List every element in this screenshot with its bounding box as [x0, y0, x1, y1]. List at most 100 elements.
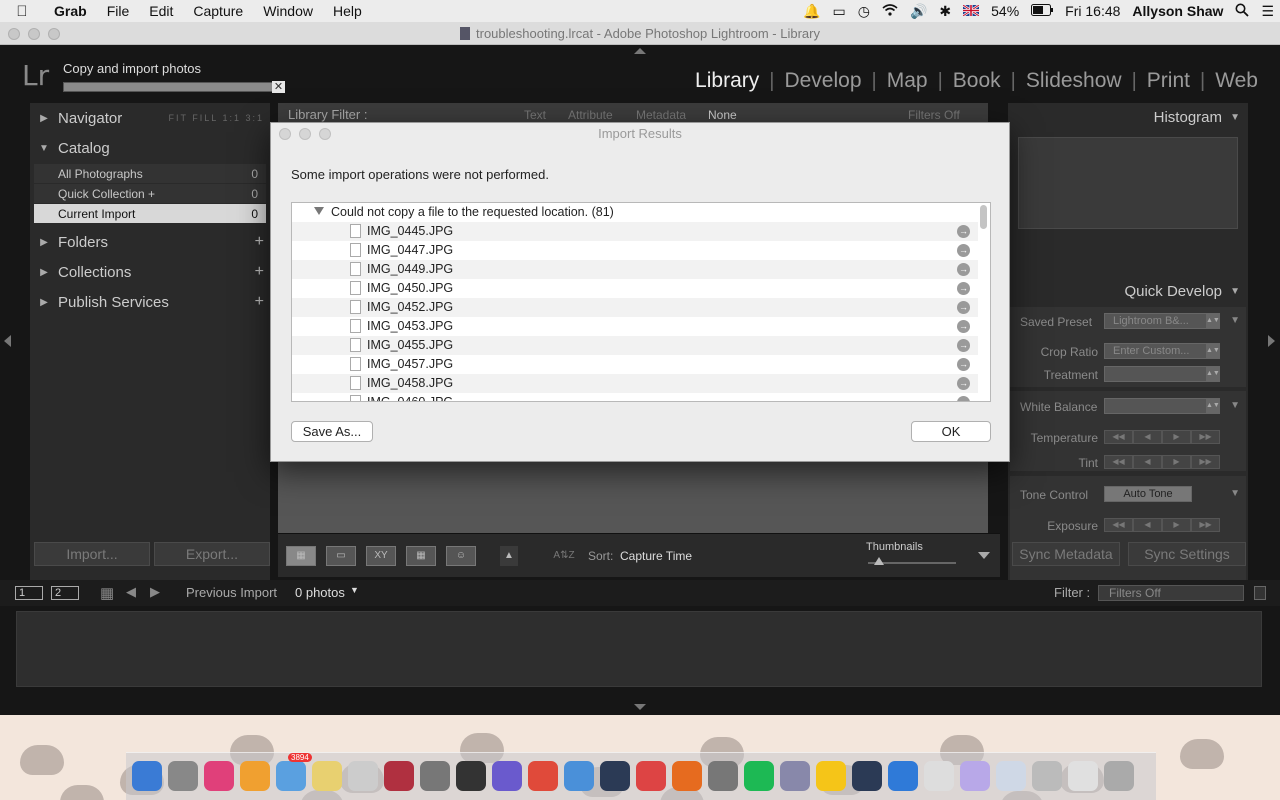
uk-flag-icon[interactable]	[957, 3, 985, 19]
module-library[interactable]: Library	[685, 69, 769, 93]
exposure-adjust-buttons[interactable]: ◀◀ ◀ ▶ ▶▶	[1104, 518, 1220, 532]
disclosure-triangle-icon[interactable]	[314, 207, 324, 215]
decrease-small-icon[interactable]: ◀	[1133, 455, 1162, 469]
dock-app-icon[interactable]	[924, 761, 954, 791]
module-develop[interactable]: Develop	[774, 69, 871, 93]
import-results-list[interactable]: Could not copy a file to the requested l…	[291, 202, 991, 402]
bluetooth-icon[interactable]: ✱	[933, 3, 957, 20]
window-zoom-button[interactable]	[48, 28, 60, 40]
show-in-folder-icon[interactable]: →	[957, 263, 970, 276]
decrease-small-icon[interactable]: ◀	[1133, 518, 1162, 532]
dock-app-icon[interactable]	[708, 761, 738, 791]
back-arrow-icon[interactable]: ◀	[126, 584, 136, 600]
dock-app-icon[interactable]	[1032, 761, 1062, 791]
import-button[interactable]: Import...	[34, 542, 150, 566]
filter-metadata[interactable]: Metadata	[636, 108, 686, 122]
bottom-panel-toggle-icon[interactable]	[634, 704, 646, 710]
show-in-folder-icon[interactable]: →	[957, 301, 970, 314]
white-balance-dropdown[interactable]: ▲▼	[1104, 398, 1220, 414]
auto-tone-button[interactable]: Auto Tone	[1104, 486, 1192, 502]
sort-criteria-dropdown[interactable]: Capture Time	[620, 549, 692, 563]
wifi-icon[interactable]	[876, 3, 904, 20]
dock-app-icon[interactable]	[636, 761, 666, 791]
dock-app-icon[interactable]	[888, 761, 918, 791]
survey-view-icon[interactable]: ▦	[406, 546, 436, 566]
filters-off-preset[interactable]: Filters Off	[908, 108, 960, 122]
show-in-folder-icon[interactable]: →	[957, 225, 970, 238]
notification-bell-icon[interactable]: 🔔	[797, 3, 826, 20]
filter-lock-icon[interactable]	[1254, 586, 1266, 600]
cancel-progress-icon[interactable]: ✕	[272, 81, 285, 93]
collapse-triangle-icon[interactable]: ▼	[1230, 488, 1240, 499]
window-minimize-button[interactable]	[28, 28, 40, 40]
navigator-zoom-options[interactable]: FIT FILL 1:1 3:1	[168, 113, 264, 123]
module-print[interactable]: Print	[1137, 69, 1200, 93]
dock-app-icon[interactable]	[348, 761, 378, 791]
histogram-header[interactable]: Histogram ▼	[1008, 104, 1248, 132]
collections-header[interactable]: ▶ Collections +	[30, 258, 270, 286]
dock-app-icon[interactable]	[960, 761, 990, 791]
dock-app-icon[interactable]	[816, 761, 846, 791]
dock-app-icon[interactable]	[600, 761, 630, 791]
file-row[interactable]: IMG_0447.JPG →	[292, 241, 978, 260]
file-row[interactable]: IMG_0449.JPG →	[292, 260, 978, 279]
module-book[interactable]: Book	[943, 69, 1011, 93]
file-row[interactable]: IMG_0450.JPG →	[292, 279, 978, 298]
spotlight-icon[interactable]	[1229, 3, 1255, 20]
menu-app-name[interactable]: Grab	[44, 3, 97, 19]
battery-icon[interactable]	[1025, 3, 1059, 19]
show-in-folder-icon[interactable]: →	[957, 377, 970, 390]
window-close-button[interactable]	[8, 28, 20, 40]
menu-help[interactable]: Help	[323, 3, 372, 19]
thumbnail-slider-knob[interactable]	[874, 557, 884, 565]
battery-percent[interactable]: 54%	[985, 3, 1025, 19]
dock-app-icon[interactable]	[672, 761, 702, 791]
dock-app-icon[interactable]	[528, 761, 558, 791]
dock-app-icon[interactable]	[744, 761, 774, 791]
menu-capture[interactable]: Capture	[183, 3, 253, 19]
error-group-row[interactable]: Could not copy a file to the requested l…	[292, 203, 978, 222]
dropdown-arrow-icon[interactable]: ▼	[350, 585, 359, 595]
folders-header[interactable]: ▶ Folders +	[30, 228, 270, 256]
time-machine-icon[interactable]: ◷	[852, 3, 876, 20]
collapse-triangle-icon[interactable]: ▼	[1230, 315, 1240, 326]
menu-edit[interactable]: Edit	[139, 3, 183, 19]
show-in-folder-icon[interactable]: →	[957, 396, 970, 401]
file-row[interactable]: IMG_0458.JPG →	[292, 374, 978, 393]
left-panel-toggle-icon[interactable]	[4, 335, 11, 347]
file-row[interactable]: IMG_0457.JPG →	[292, 355, 978, 374]
save-as-button[interactable]: Save As...	[291, 421, 373, 442]
filter-attribute[interactable]: Attribute	[568, 108, 613, 122]
add-publish-service-icon[interactable]: +	[255, 293, 264, 311]
add-collection-icon[interactable]: +	[255, 263, 264, 281]
dock-app-icon[interactable]	[852, 761, 882, 791]
catalog-item-current-import[interactable]: Current Import 0	[34, 204, 266, 223]
dock-app-icon[interactable]	[564, 761, 594, 791]
dock-app-icon[interactable]	[456, 761, 486, 791]
decrease-small-icon[interactable]: ◀	[1133, 430, 1162, 444]
sort-direction-icon[interactable]: A⇅Z	[548, 546, 580, 566]
painter-icon[interactable]: ▲	[500, 546, 518, 566]
filter-none[interactable]: None	[708, 108, 737, 122]
airplay-icon[interactable]: ▭	[827, 3, 852, 20]
people-view-icon[interactable]: ☺	[446, 546, 476, 566]
file-row[interactable]: IMG_0453.JPG →	[292, 317, 978, 336]
treatment-dropdown[interactable]: ▲▼	[1104, 366, 1220, 382]
sync-metadata-button[interactable]: Sync Metadata	[1012, 542, 1120, 566]
dock-app-icon[interactable]	[780, 761, 810, 791]
filter-preset-dropdown[interactable]: Filters Off	[1098, 585, 1244, 601]
show-in-folder-icon[interactable]: →	[957, 358, 970, 371]
catalog-header[interactable]: ▼ Catalog	[30, 134, 270, 162]
tint-adjust-buttons[interactable]: ◀◀ ◀ ▶ ▶▶	[1104, 455, 1220, 469]
user-name[interactable]: Allyson Shaw	[1126, 3, 1229, 19]
dock-app-icon[interactable]	[420, 761, 450, 791]
dock-app-icon[interactable]	[240, 761, 270, 791]
module-web[interactable]: Web	[1205, 69, 1268, 93]
dock-app-icon[interactable]	[492, 761, 522, 791]
apple-menu-icon[interactable]: 	[0, 3, 44, 20]
ok-button[interactable]: OK	[911, 421, 991, 442]
dock-app-icon[interactable]	[132, 761, 162, 791]
increase-small-icon[interactable]: ▶	[1162, 518, 1191, 532]
module-map[interactable]: Map	[877, 69, 938, 93]
increase-small-icon[interactable]: ▶	[1162, 430, 1191, 444]
